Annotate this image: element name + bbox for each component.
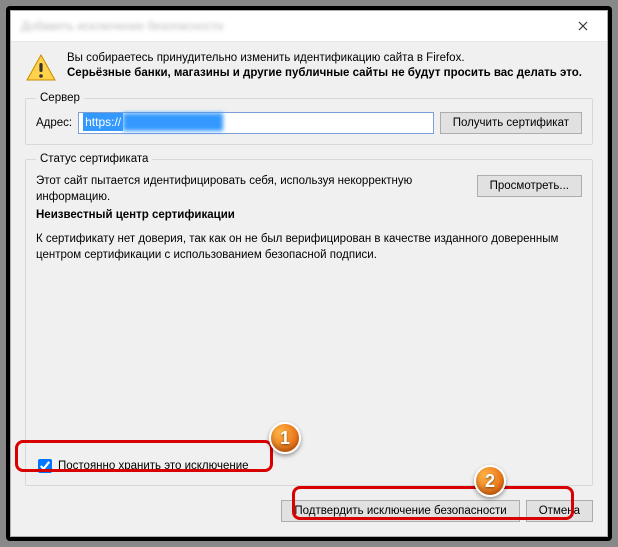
permanent-exception-row[interactable]: Постоянно хранить это исключение <box>36 457 582 475</box>
get-certificate-button[interactable]: Получить сертификат <box>440 112 582 134</box>
status-fieldset: Статус сертификата Этот сайт пытается ид… <box>25 153 593 486</box>
address-input[interactable]: https:// <box>78 112 434 134</box>
server-fieldset: Сервер Адрес: https:// Получить сертифик… <box>25 92 593 145</box>
tutorial-frame: Добавить исключение безопасности Вы соби… <box>6 6 612 541</box>
address-value: https:// <box>83 113 123 131</box>
view-button[interactable]: Просмотреть... <box>477 175 582 197</box>
warning-text: Вы собираетесь принудительно изменить ид… <box>67 52 593 84</box>
window-title: Добавить исключение безопасности <box>21 19 223 33</box>
permanent-exception-label: Постоянно хранить это исключение <box>58 460 249 472</box>
address-label: Адрес: <box>36 117 72 129</box>
status-identification-text: Этот сайт пытается идентифицировать себя… <box>36 173 467 205</box>
warning-section: Вы собираетесь принудительно изменить ид… <box>25 52 593 92</box>
cancel-button[interactable]: Отмена <box>526 500 593 522</box>
close-icon <box>578 21 588 31</box>
status-legend: Статус сертификата <box>36 153 152 165</box>
dialog-window: Добавить исключение безопасности Вы соби… <box>10 10 608 537</box>
server-legend: Сервер <box>36 92 84 104</box>
close-button[interactable] <box>563 12 603 40</box>
warning-bold: Серьёзные банки, магазины и другие публи… <box>67 66 593 82</box>
warning-intro: Вы собираетесь принудительно изменить ид… <box>67 52 593 64</box>
warning-icon <box>25 52 57 84</box>
dialog-content: Вы собираетесь принудительно изменить ид… <box>11 41 607 536</box>
trust-paragraph: К сертификату нет доверия, так как он не… <box>36 231 582 263</box>
dialog-button-row: Подтвердить исключение безопасности Отме… <box>25 500 593 522</box>
unknown-ca-heading: Неизвестный центр сертификации <box>36 209 582 221</box>
confirm-exception-button[interactable]: Подтвердить исключение безопасности <box>281 500 519 522</box>
address-blurred <box>123 113 223 131</box>
permanent-exception-checkbox[interactable] <box>38 459 52 473</box>
titlebar: Добавить исключение безопасности <box>11 11 607 41</box>
